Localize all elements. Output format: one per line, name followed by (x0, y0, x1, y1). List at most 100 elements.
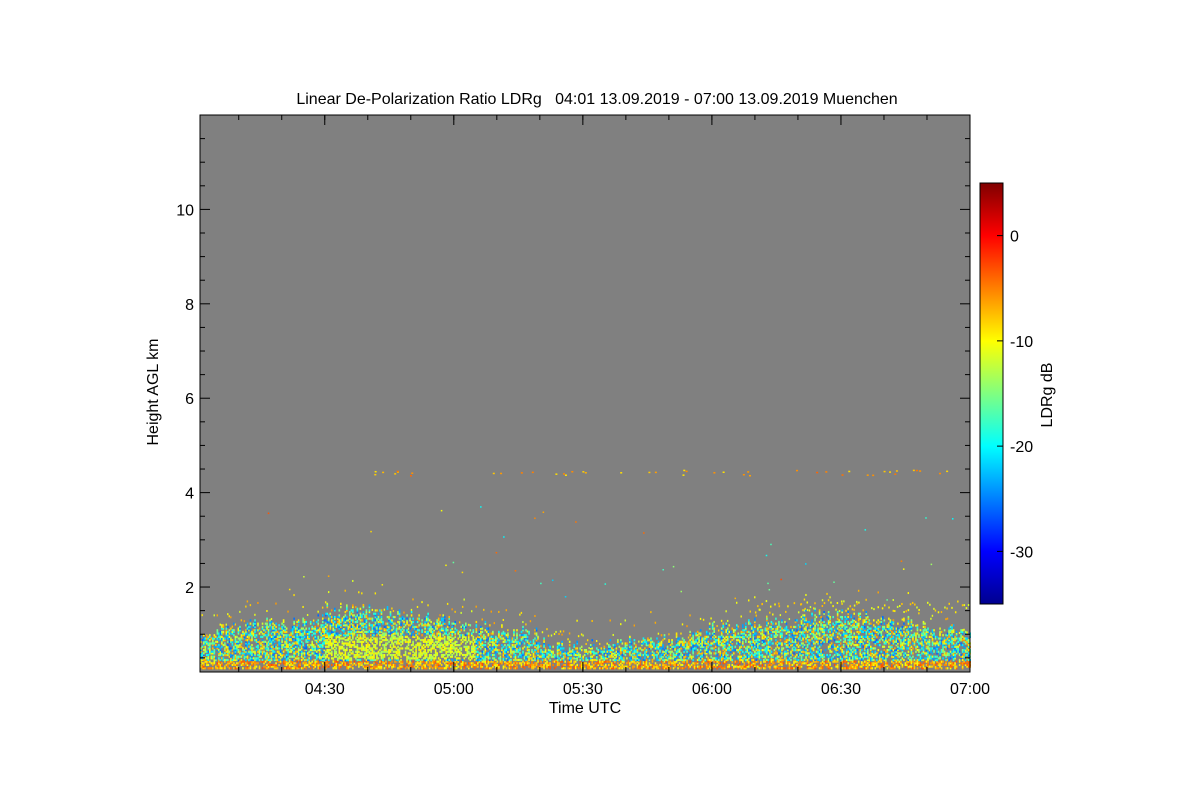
heatmap-cell (660, 634, 663, 637)
heatmap-cell (394, 660, 396, 663)
heatmap-cell (260, 650, 262, 653)
heatmap-cell (352, 640, 354, 643)
heatmap-cell (281, 625, 283, 629)
heatmap-cell (340, 606, 342, 609)
heatmap-cell (365, 644, 368, 647)
heatmap-cell (656, 653, 658, 657)
heatmap-cell (412, 620, 414, 624)
heatmap-cell (707, 648, 709, 652)
heatmap-cell (400, 658, 402, 662)
heatmap-cell (458, 647, 461, 650)
heatmap-cell (264, 660, 267, 663)
heatmap-cell (467, 657, 470, 660)
heatmap-cell (255, 629, 258, 632)
heatmap-cell (573, 650, 575, 653)
heatmap-cell (562, 655, 565, 658)
heatmap-cell (579, 653, 582, 657)
heatmap-cell (630, 653, 633, 657)
chart-title: Linear De-Polarization Ratio LDRg 04:01 … (296, 91, 897, 108)
heatmap-cell (234, 667, 237, 670)
heatmap-cell (552, 663, 554, 667)
heatmap-cell (239, 660, 241, 663)
heatmap-cell (209, 660, 211, 663)
heatmap-cell (416, 625, 419, 629)
heatmap-cell (215, 635, 217, 638)
heatmap-cell (704, 647, 706, 650)
heatmap-cell (398, 620, 401, 624)
heatmap-cell (725, 652, 728, 655)
heatmap-cell (346, 624, 348, 627)
heatmap-cell (359, 634, 362, 637)
heatmap-cell (248, 650, 250, 653)
heatmap-cell (334, 632, 336, 635)
heatmap-cell (544, 655, 547, 658)
heatmap-cell (231, 648, 234, 652)
heatmap-cell (484, 640, 487, 643)
heatmap-cell (264, 665, 267, 668)
heatmap-cell (745, 625, 747, 629)
heatmap-cell (612, 644, 615, 647)
heatmap-cell (315, 650, 318, 653)
heatmap-cell (282, 650, 285, 653)
heatmap-cell (605, 660, 607, 663)
heatmap-cell (632, 660, 634, 663)
heatmap-cell (418, 629, 420, 632)
heatmap-cell (337, 642, 339, 645)
heatmap-cell (535, 647, 538, 650)
heatmap-cell (659, 667, 661, 670)
heatmap-cell (606, 650, 609, 653)
heatmap-cell (239, 650, 241, 653)
heatmap-cell (269, 652, 271, 655)
heatmap-cell (745, 634, 747, 637)
heatmap-cell (591, 655, 594, 658)
heatmap-cell (609, 658, 612, 662)
heatmap-cell (275, 635, 277, 638)
heatmap-cell (544, 662, 547, 665)
heatmap-cell (275, 662, 277, 665)
heatmap-cell (434, 644, 437, 647)
heatmap-cell (424, 617, 426, 620)
heatmap-cell (588, 647, 590, 650)
heatmap-cell (583, 653, 586, 657)
heatmap-cell (507, 658, 509, 662)
heatmap-cell (522, 665, 524, 668)
heatmap-cell (680, 667, 682, 670)
heatmap-cell (382, 653, 384, 657)
heatmap-cell (617, 650, 619, 653)
heatmap-cell (230, 647, 232, 650)
heatmap-cell (576, 647, 578, 650)
heatmap-cell (430, 620, 432, 624)
heatmap-cell (337, 657, 339, 660)
heatmap-cell (282, 644, 285, 647)
heatmap-cell (356, 639, 359, 642)
heatmap-cell (675, 663, 678, 667)
heatmap-cell (517, 640, 520, 643)
heatmap-cell (373, 634, 375, 637)
heatmap-cell (299, 632, 301, 635)
heatmap-cell (504, 648, 506, 652)
heatmap-cell (662, 650, 664, 653)
heatmap-cell (365, 619, 368, 622)
heatmap-cell (296, 655, 298, 658)
heatmap-cell (638, 652, 640, 655)
heatmap-cell (422, 650, 425, 653)
heatmap-cell (540, 660, 542, 663)
heatmap-cell (388, 640, 390, 643)
heatmap-cell (406, 629, 408, 632)
heatmap-cell (400, 665, 402, 668)
heatmap-cell (291, 647, 294, 650)
heatmap-cell (315, 627, 318, 630)
heatmap-cell (391, 607, 393, 610)
heatmap-cell (212, 647, 214, 650)
heatmap-cell (406, 645, 408, 648)
heatmap-cell (293, 617, 295, 620)
heatmap-cell (556, 642, 559, 645)
heatmap-cell (746, 645, 749, 648)
heatmap-cell (480, 655, 482, 658)
heatmap-cell (249, 665, 252, 668)
heatmap-cell (401, 615, 404, 619)
heatmap-cell (365, 624, 368, 627)
heatmap-cell (549, 662, 551, 665)
heatmap-cell (600, 660, 603, 663)
heatmap-cell (445, 640, 448, 643)
